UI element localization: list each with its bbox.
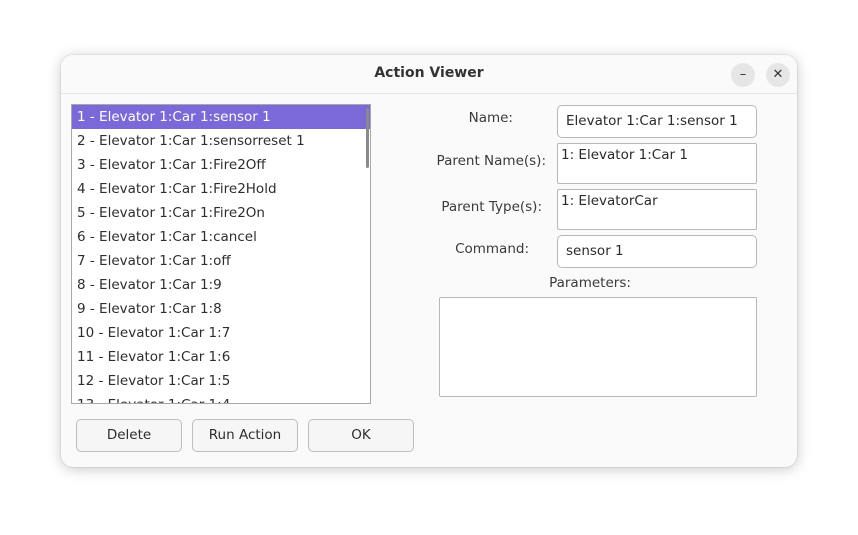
close-button[interactable]: ✕ [766, 63, 790, 87]
minimize-icon: – [739, 67, 747, 82]
list-item[interactable]: 13 - Elevator 1:Car 1:4 [72, 393, 370, 403]
list-item[interactable]: 7 - Elevator 1:Car 1:off [72, 249, 370, 273]
window-title: Action Viewer [374, 65, 484, 81]
parent-types-label: Parent Type(s): [441, 199, 542, 215]
ok-button[interactable]: OK [308, 419, 414, 452]
list-item[interactable]: 6 - Elevator 1:Car 1:cancel [72, 225, 370, 249]
minimize-button[interactable]: – [731, 63, 755, 87]
list-item[interactable]: 3 - Elevator 1:Car 1:Fire2Off [72, 153, 370, 177]
list-item[interactable]: 11 - Elevator 1:Car 1:6 [72, 345, 370, 369]
parameters-label: Parameters: [549, 275, 631, 291]
command-field[interactable]: sensor 1 [557, 235, 757, 268]
name-field[interactable]: Elevator 1:Car 1:sensor 1 [557, 105, 757, 138]
list-item[interactable]: 9 - Elevator 1:Car 1:8 [72, 297, 370, 321]
run-action-button[interactable]: Run Action [192, 419, 298, 452]
list-item[interactable]: 4 - Elevator 1:Car 1:Fire2Hold [72, 177, 370, 201]
delete-button[interactable]: Delete [76, 419, 182, 452]
parent-names-field[interactable]: 1: Elevator 1:Car 1 [557, 143, 757, 184]
parameters-field[interactable] [439, 297, 757, 397]
list-item[interactable]: 1 - Elevator 1:Car 1:sensor 1 [72, 105, 370, 129]
parent-types-field[interactable]: 1: ElevatorCar [557, 189, 757, 230]
parent-names-label: Parent Name(s): [436, 153, 546, 169]
list-scrollbar[interactable] [366, 108, 369, 168]
name-label: Name: [468, 110, 513, 126]
action-list[interactable]: 1 - Elevator 1:Car 1:sensor 12 - Elevato… [71, 104, 371, 404]
list-item[interactable]: 2 - Elevator 1:Car 1:sensorreset 1 [72, 129, 370, 153]
list-item[interactable]: 5 - Elevator 1:Car 1:Fire2On [72, 201, 370, 225]
title-bar: Action Viewer – ✕ [61, 55, 797, 94]
close-icon: ✕ [772, 67, 784, 82]
list-item[interactable]: 12 - Elevator 1:Car 1:5 [72, 369, 370, 393]
list-item[interactable]: 8 - Elevator 1:Car 1:9 [72, 273, 370, 297]
list-item[interactable]: 10 - Elevator 1:Car 1:7 [72, 321, 370, 345]
action-viewer-window: Action Viewer – ✕ 1 - Elevator 1:Car 1:s… [61, 55, 797, 467]
command-label: Command: [455, 241, 529, 257]
